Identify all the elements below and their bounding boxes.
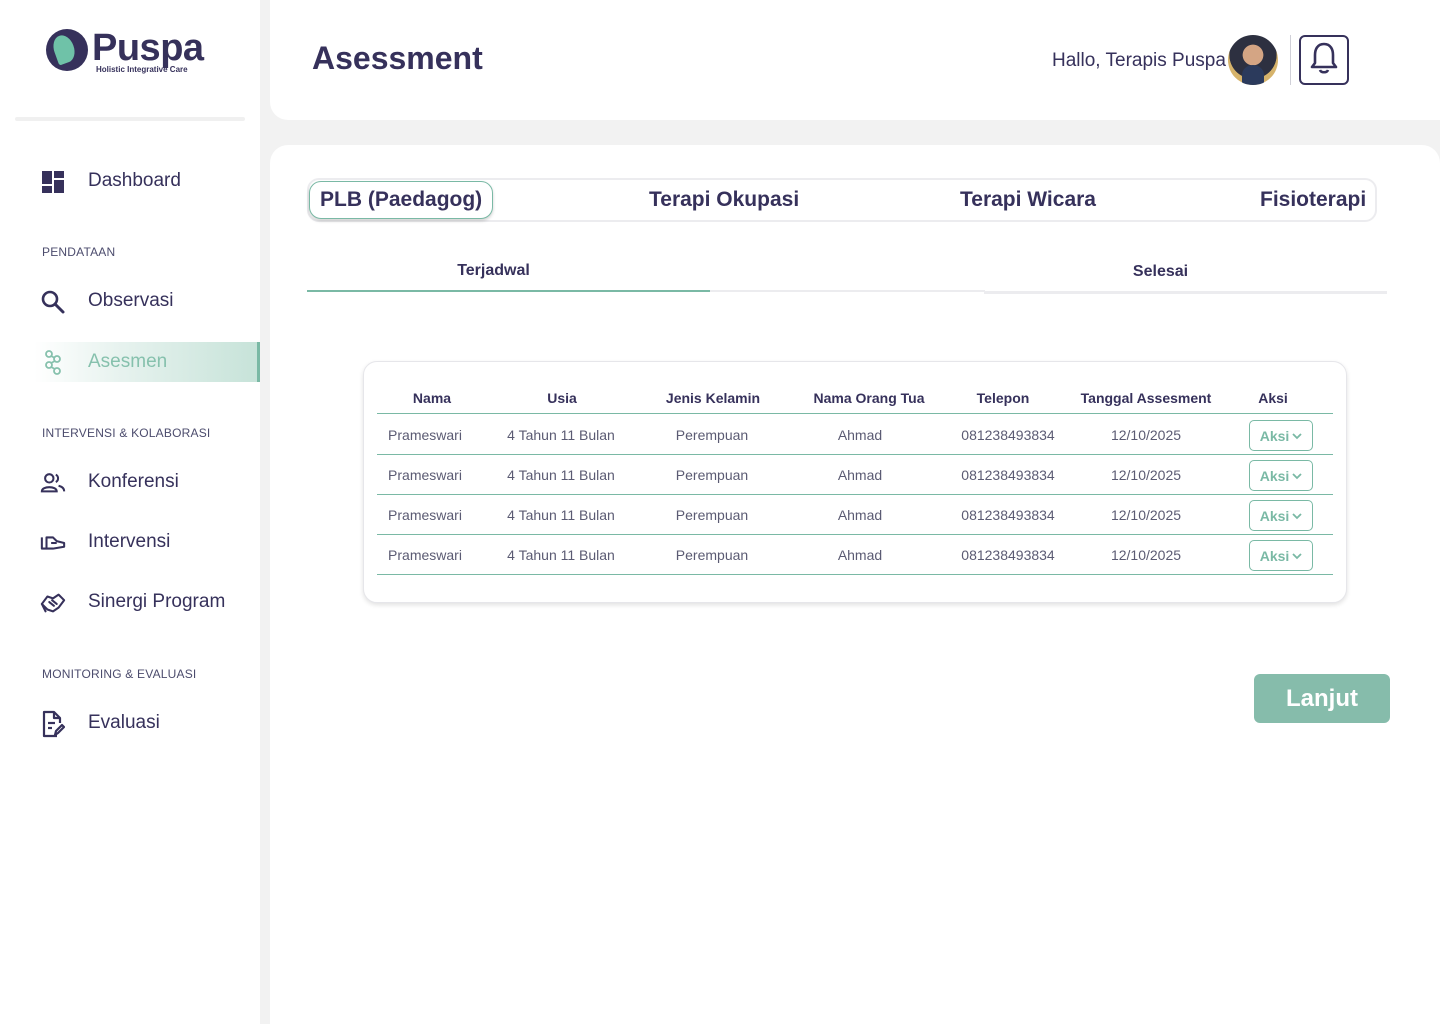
cell-nama-orang-tua: Ahmad <box>837 467 883 483</box>
asesmen-icon <box>40 350 66 376</box>
tab-terapi-okupasi[interactable]: Terapi Okupasi <box>649 180 799 220</box>
sidebar-item-label: Evaluasi <box>88 712 160 733</box>
column-header-usia: Usia <box>547 390 577 406</box>
aksi-label: Aksi <box>1259 427 1290 444</box>
cell-usia: 4 Tahun 11 Bulan <box>507 547 615 563</box>
tab-fisioterapi[interactable]: Fisioterapi <box>1260 180 1366 220</box>
chevron-down-icon <box>1292 552 1302 559</box>
column-header-aksi: Aksi <box>1258 390 1288 406</box>
sidebar-divider <box>15 117 245 121</box>
cell-telepon: 081238493834 <box>961 467 1055 483</box>
subtab-indicator-active <box>307 290 710 292</box>
assessment-table: Nama Usia Jenis Kelamin Nama Orang Tua T… <box>363 361 1347 603</box>
sidebar-item-label: Konferensi <box>88 471 179 492</box>
column-header-jenis-kelamin: Jenis Kelamin <box>665 390 761 406</box>
column-header-telepon: Telepon <box>976 390 1030 406</box>
sidebar-item-label: Sinergi Program <box>88 591 226 612</box>
cell-tanggal: 12/10/2025 <box>1110 427 1182 443</box>
cell-tanggal: 12/10/2025 <box>1110 467 1182 483</box>
cell-jenis-kelamin: Perempuan <box>675 467 749 483</box>
sidebar-item-asesmen[interactable]: Asesmen <box>34 342 260 382</box>
document-edit-icon <box>40 710 66 738</box>
cell-tanggal: 12/10/2025 <box>1110 507 1182 523</box>
cell-jenis-kelamin: Perempuan <box>675 427 749 443</box>
chevron-down-icon <box>1292 472 1302 479</box>
table-header: Nama Usia Jenis Kelamin Nama Orang Tua T… <box>377 388 1333 414</box>
cell-telepon: 081238493834 <box>961 427 1055 443</box>
aksi-dropdown-button[interactable]: Aksi <box>1249 540 1313 571</box>
top-header: Asessment Hallo, Terapis Puspa <box>270 0 1440 120</box>
cell-jenis-kelamin: Perempuan <box>675 547 749 563</box>
notification-button[interactable] <box>1299 35 1349 85</box>
aksi-label: Aksi <box>1259 467 1290 484</box>
subtab-terjadwal[interactable]: Terjadwal <box>307 262 680 280</box>
hand-icon <box>40 530 66 556</box>
aksi-label: Aksi <box>1259 507 1290 524</box>
aksi-dropdown-button[interactable]: Aksi <box>1249 420 1313 451</box>
cell-usia: 4 Tahun 11 Bulan <box>507 507 615 523</box>
sidebar-item-label: Intervensi <box>88 531 171 552</box>
brand-tagline: Holistic Integrative Care <box>96 65 188 74</box>
cell-jenis-kelamin: Perempuan <box>675 507 749 523</box>
cell-nama-orang-tua: Ahmad <box>837 427 883 443</box>
header-divider <box>1290 35 1291 85</box>
chevron-down-icon <box>1292 432 1302 439</box>
people-icon <box>40 470 66 496</box>
therapy-tabs: PLB (Paedagog) Terapi Okupasi Terapi Wic… <box>307 178 1377 222</box>
cell-nama: Prameswari <box>388 547 462 563</box>
section-title-monitoring: MONITORING & EVALUASI <box>42 667 197 681</box>
section-title-pendataan: PENDATAAN <box>42 245 116 259</box>
cell-nama-orang-tua: Ahmad <box>837 547 883 563</box>
chevron-down-icon <box>1292 512 1302 519</box>
cell-nama: Prameswari <box>388 507 462 523</box>
lanjut-button[interactable]: Lanjut <box>1254 674 1390 723</box>
cell-telepon: 081238493834 <box>961 547 1055 563</box>
cell-nama: Prameswari <box>388 427 462 443</box>
page-title: Asessment <box>312 40 483 76</box>
table-row[interactable]: Prameswari 4 Tahun 11 Bulan Perempuan Ah… <box>377 535 1333 575</box>
column-header-tanggal: Tanggal Assesment <box>1080 390 1212 406</box>
search-icon <box>40 289 66 315</box>
sidebar-item-sinergi-program[interactable]: Sinergi Program <box>0 582 260 622</box>
sidebar-item-label: Asesmen <box>88 351 168 372</box>
avatar[interactable] <box>1228 35 1278 85</box>
aksi-dropdown-button[interactable]: Aksi <box>1249 460 1313 491</box>
subtab-selesai[interactable]: Selesai <box>984 263 1337 281</box>
brand-name: Puspa <box>92 27 204 69</box>
logo-mark-icon <box>46 29 88 71</box>
aksi-dropdown-button[interactable]: Aksi <box>1249 500 1313 531</box>
sidebar-item-konferensi[interactable]: Konferensi <box>0 462 260 502</box>
cell-usia: 4 Tahun 11 Bulan <box>507 467 615 483</box>
subtab-divider <box>710 290 985 292</box>
table-row[interactable]: Prameswari 4 Tahun 11 Bulan Perempuan Ah… <box>377 495 1333 535</box>
cell-usia: 4 Tahun 11 Bulan <box>507 427 615 443</box>
cell-tanggal: 12/10/2025 <box>1110 547 1182 563</box>
main-content: PLB (Paedagog) Terapi Okupasi Terapi Wic… <box>270 145 1440 1024</box>
sidebar-item-observasi[interactable]: Observasi <box>0 281 260 321</box>
table-row[interactable]: Prameswari 4 Tahun 11 Bulan Perempuan Ah… <box>377 455 1333 495</box>
cell-nama: Prameswari <box>388 467 462 483</box>
sidebar: Puspa Holistic Integrative Care Dashboar… <box>0 0 260 1024</box>
section-title-intervensi: INTERVENSI & KOLABORASI <box>42 426 211 440</box>
dashboard-icon <box>40 169 66 195</box>
cell-nama-orang-tua: Ahmad <box>837 507 883 523</box>
bell-icon <box>1308 41 1340 80</box>
sidebar-item-intervensi[interactable]: Intervensi <box>0 522 260 562</box>
sidebar-item-label: Dashboard <box>88 170 181 191</box>
table-row[interactable]: Prameswari 4 Tahun 11 Bulan Perempuan Ah… <box>377 415 1333 455</box>
sidebar-item-label: Observasi <box>88 290 174 311</box>
subtab-indicator <box>984 291 1387 294</box>
column-header-nama-orang-tua: Nama Orang Tua <box>813 390 925 406</box>
sidebar-item-evaluasi[interactable]: Evaluasi <box>0 703 260 743</box>
cell-telepon: 081238493834 <box>961 507 1055 523</box>
column-header-nama: Nama <box>412 390 452 406</box>
sidebar-item-dashboard[interactable]: Dashboard <box>0 161 260 201</box>
puspa-logo[interactable]: Puspa Holistic Integrative Care <box>46 28 204 74</box>
aksi-label: Aksi <box>1259 547 1290 564</box>
greeting-text: Hallo, Terapis Puspa <box>1052 50 1226 71</box>
handshake-icon <box>40 590 66 616</box>
tab-terapi-wicara[interactable]: Terapi Wicara <box>960 180 1096 220</box>
tab-plb-paedagog[interactable]: PLB (Paedagog) <box>309 181 494 219</box>
